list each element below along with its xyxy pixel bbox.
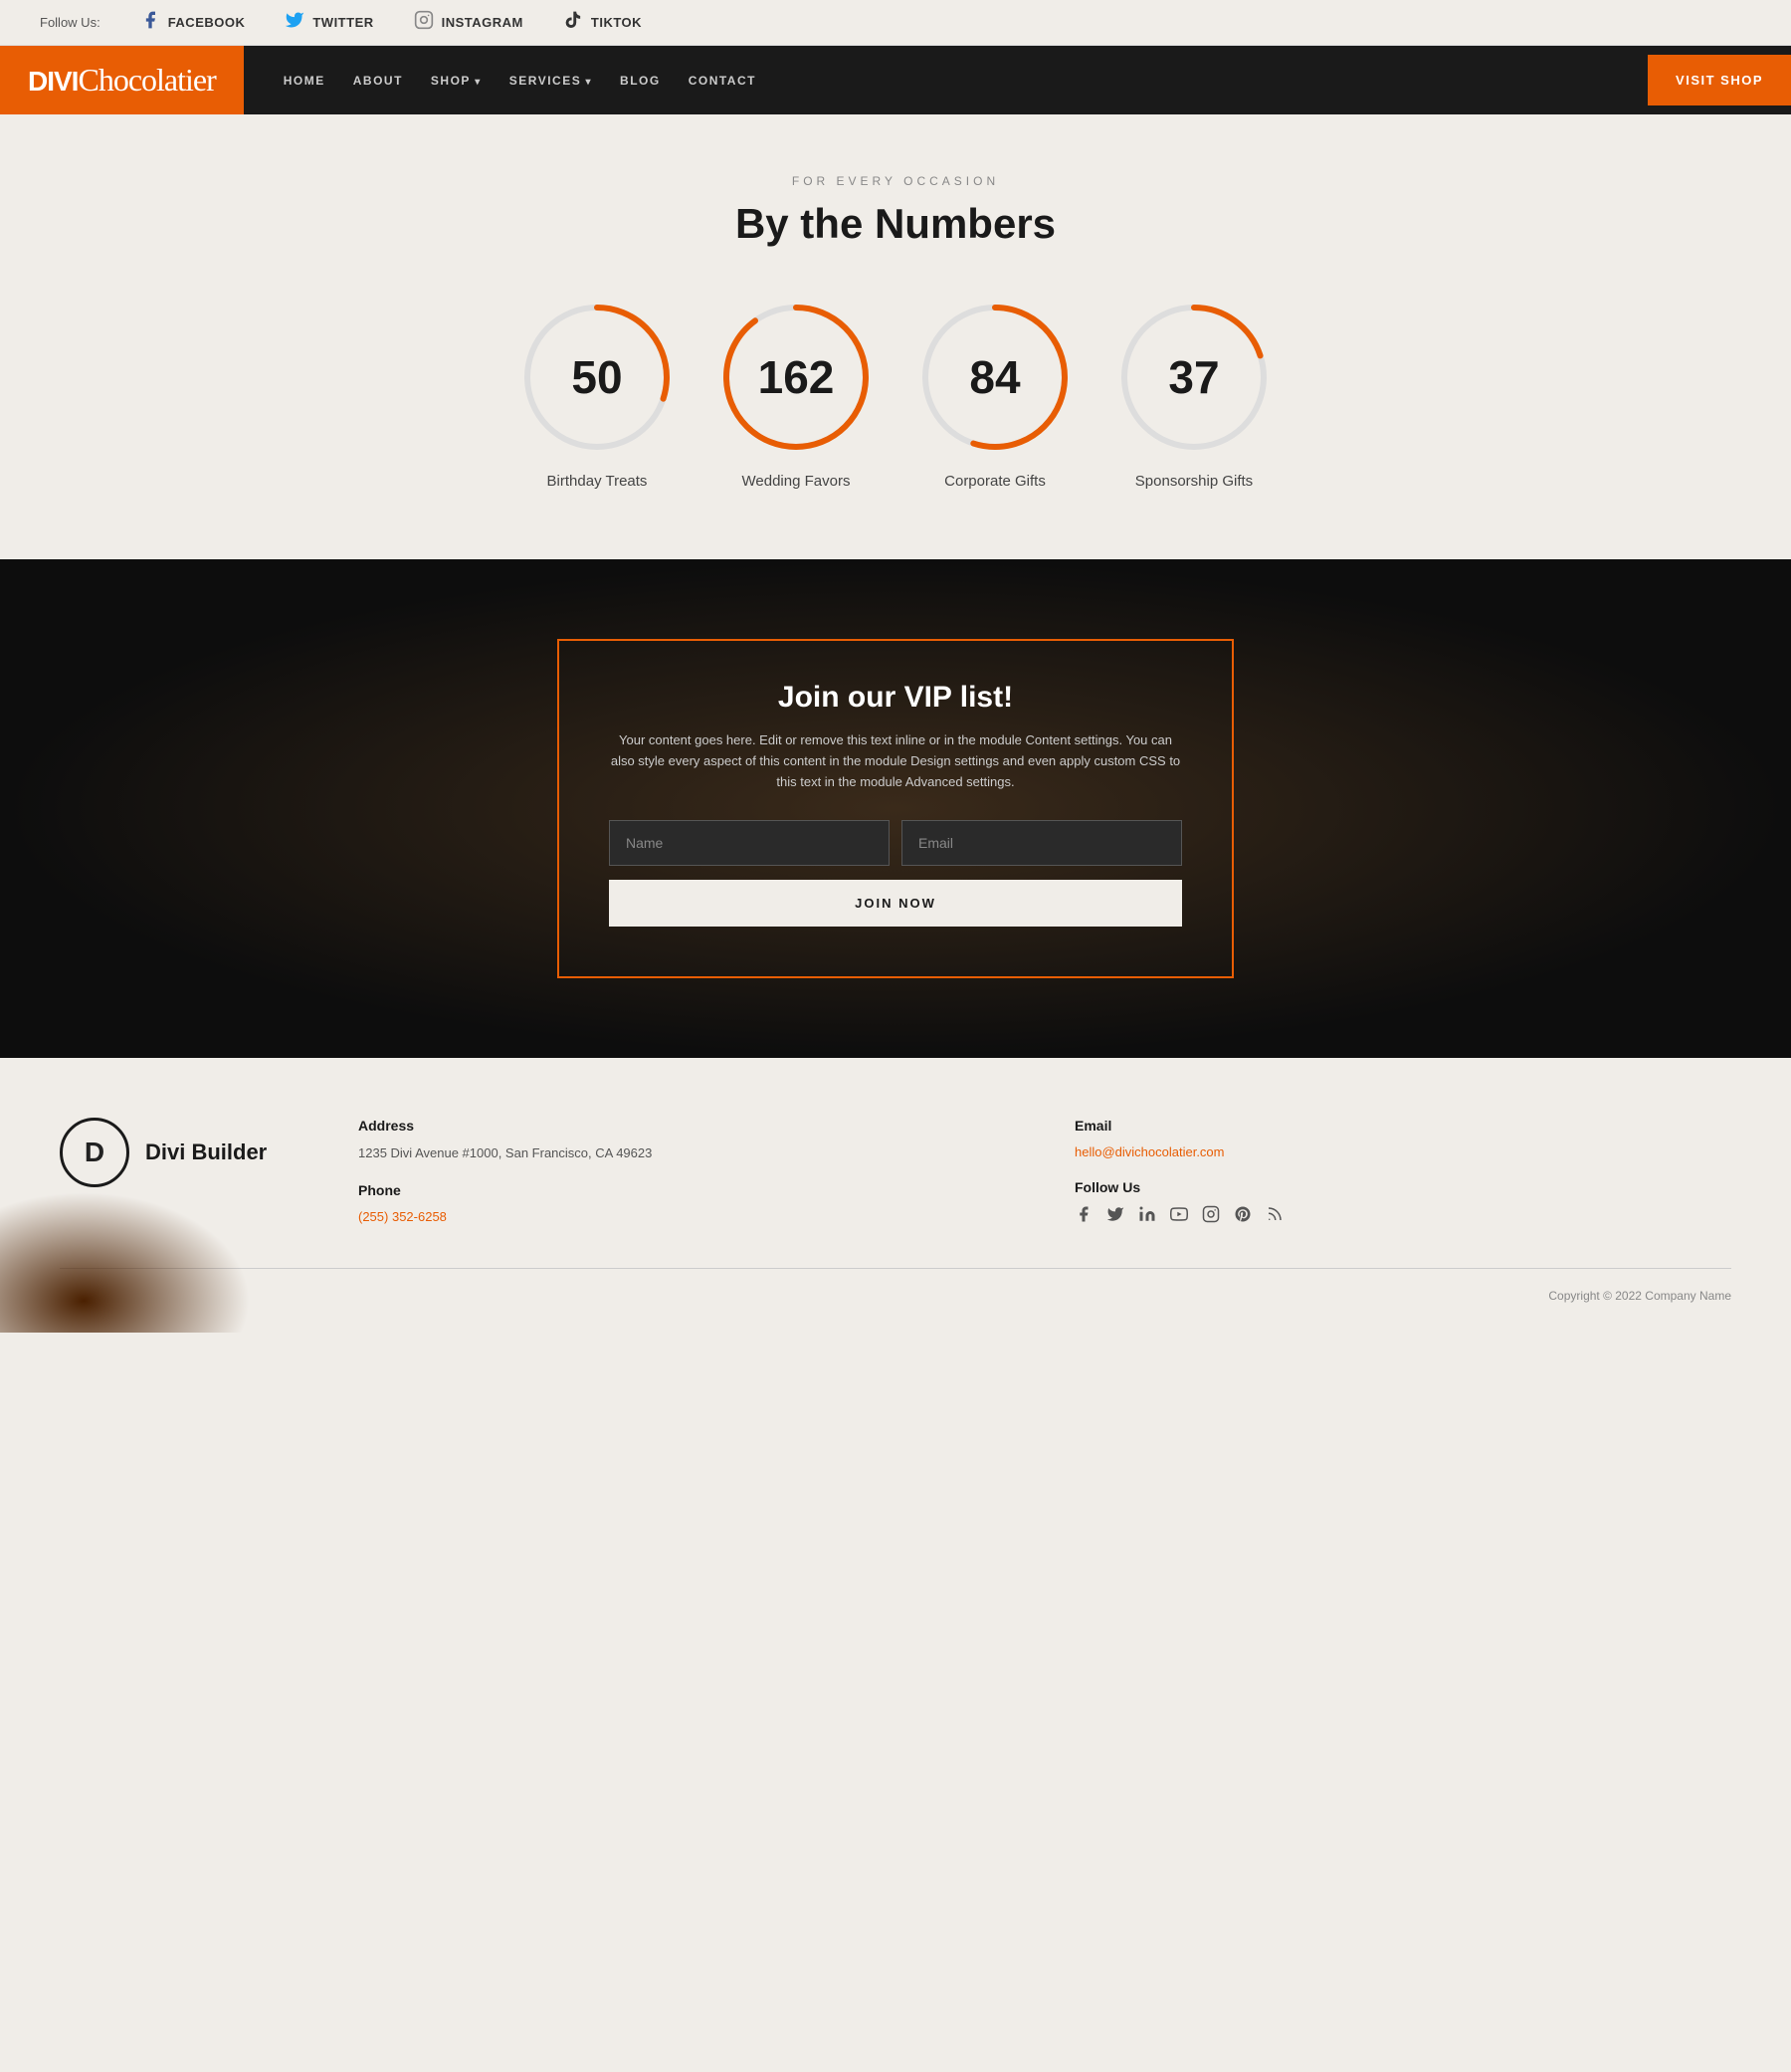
logo-area[interactable]: DIVIChocolatier — [0, 46, 244, 114]
footer-address-text: 1235 Divi Avenue #1000, San Francisco, C… — [358, 1143, 1015, 1164]
circle-corporate: 84 — [915, 298, 1075, 457]
stats-subtitle: FOR EVERY OCCASION — [40, 174, 1751, 188]
footer-pinterest-icon[interactable] — [1234, 1205, 1252, 1228]
stat-number-birthday: 50 — [571, 350, 622, 404]
nav-contact[interactable]: CONTACT — [689, 74, 756, 88]
footer-main: D Divi Builder Address 1235 Divi Avenue … — [60, 1118, 1731, 1228]
tiktok-icon — [563, 10, 583, 35]
stat-birthday: 50 Birthday Treats — [517, 298, 677, 490]
footer-twitter-icon[interactable] — [1106, 1205, 1124, 1228]
footer-email-heading: Email — [1075, 1118, 1731, 1134]
footer-copyright: Copyright © 2022 Company Name — [60, 1268, 1731, 1303]
footer-logo-name: Divi Builder — [145, 1140, 267, 1165]
footer: D Divi Builder Address 1235 Divi Avenue … — [0, 1058, 1791, 1333]
name-input[interactable] — [609, 820, 890, 866]
email-input[interactable] — [901, 820, 1182, 866]
stats-grid: 50 Birthday Treats 162 Wedding Favors — [40, 298, 1751, 490]
logo-script: Chocolatier — [78, 62, 215, 98]
stat-label-corporate: Corporate Gifts — [944, 473, 1046, 490]
social-bar: Follow Us: FACEBOOK TWITTER INSTAGRAM TI… — [0, 0, 1791, 46]
footer-instagram-icon[interactable] — [1202, 1205, 1220, 1228]
copyright-text: Copyright © 2022 Company Name — [1548, 1289, 1731, 1303]
tiktok-label: TIKTOK — [591, 15, 642, 30]
circle-wedding: 162 — [716, 298, 876, 457]
footer-phone-heading: Phone — [358, 1182, 1015, 1198]
stat-sponsorship: 37 Sponsorship Gifts — [1114, 298, 1274, 490]
footer-address-col: Address 1235 Divi Avenue #1000, San Fran… — [358, 1118, 1015, 1226]
footer-contact-col: Email hello@divichocolatier.com Follow U… — [1075, 1118, 1731, 1228]
stat-number-sponsorship: 37 — [1168, 350, 1219, 404]
nav-shop[interactable]: SHOP — [431, 74, 482, 88]
logo-bold: DIVI — [28, 66, 78, 97]
stat-wedding: 162 Wedding Favors — [716, 298, 876, 490]
stat-corporate: 84 Corporate Gifts — [915, 298, 1075, 490]
stat-label-wedding: Wedding Favors — [742, 473, 851, 490]
facebook-link[interactable]: FACEBOOK — [140, 10, 246, 35]
tiktok-link[interactable]: TIKTOK — [563, 10, 642, 35]
circle-birthday: 50 — [517, 298, 677, 457]
vip-title: Join our VIP list! — [609, 681, 1182, 715]
instagram-label: INSTAGRAM — [442, 15, 523, 30]
footer-linkedin-icon[interactable] — [1138, 1205, 1156, 1228]
vip-form-container: Join our VIP list! Your content goes her… — [557, 639, 1234, 978]
footer-facebook-icon[interactable] — [1075, 1205, 1093, 1228]
nav-links: HOME ABOUT SHOP SERVICES BLOG CONTACT — [244, 74, 1648, 88]
logo: DIVIChocolatier — [28, 62, 216, 99]
vip-form-row — [609, 820, 1182, 866]
follow-label: Follow Us: — [40, 15, 100, 30]
join-now-button[interactable]: JOIN NOW — [609, 880, 1182, 927]
footer-address-heading: Address — [358, 1118, 1015, 1134]
vip-section: Join our VIP list! Your content goes her… — [0, 559, 1791, 1058]
nav-about[interactable]: ABOUT — [353, 74, 403, 88]
stat-label-sponsorship: Sponsorship Gifts — [1135, 473, 1253, 490]
stats-title: By the Numbers — [40, 200, 1751, 248]
instagram-icon — [414, 10, 434, 35]
twitter-link[interactable]: TWITTER — [285, 10, 373, 35]
stat-number-wedding: 162 — [758, 350, 835, 404]
chocolate-splash-decoration — [0, 1173, 279, 1333]
footer-rss-icon[interactable] — [1266, 1205, 1284, 1228]
footer-youtube-icon[interactable] — [1170, 1205, 1188, 1228]
stat-number-corporate: 84 — [969, 350, 1020, 404]
header: DIVIChocolatier HOME ABOUT SHOP SERVICES… — [0, 46, 1791, 114]
nav-blog[interactable]: BLOG — [620, 74, 661, 88]
vip-description: Your content goes here. Edit or remove t… — [609, 730, 1182, 792]
footer-email-address[interactable]: hello@divichocolatier.com — [1075, 1144, 1225, 1159]
facebook-icon — [140, 10, 160, 35]
circle-sponsorship: 37 — [1114, 298, 1274, 457]
visit-shop-button[interactable]: VISIT SHOP — [1648, 55, 1791, 105]
twitter-label: TWITTER — [312, 15, 373, 30]
nav-home[interactable]: HOME — [284, 74, 325, 88]
footer-logo-letter: D — [85, 1137, 104, 1168]
footer-phone-number[interactable]: (255) 352-6258 — [358, 1209, 447, 1224]
footer-social-icons — [1075, 1205, 1731, 1228]
twitter-icon — [285, 10, 304, 35]
instagram-link[interactable]: INSTAGRAM — [414, 10, 523, 35]
facebook-label: FACEBOOK — [168, 15, 246, 30]
footer-follow-heading: Follow Us — [1075, 1179, 1731, 1195]
stats-section: FOR EVERY OCCASION By the Numbers 50 Bir… — [0, 114, 1791, 559]
stat-label-birthday: Birthday Treats — [547, 473, 648, 490]
nav-services[interactable]: SERVICES — [509, 74, 592, 88]
